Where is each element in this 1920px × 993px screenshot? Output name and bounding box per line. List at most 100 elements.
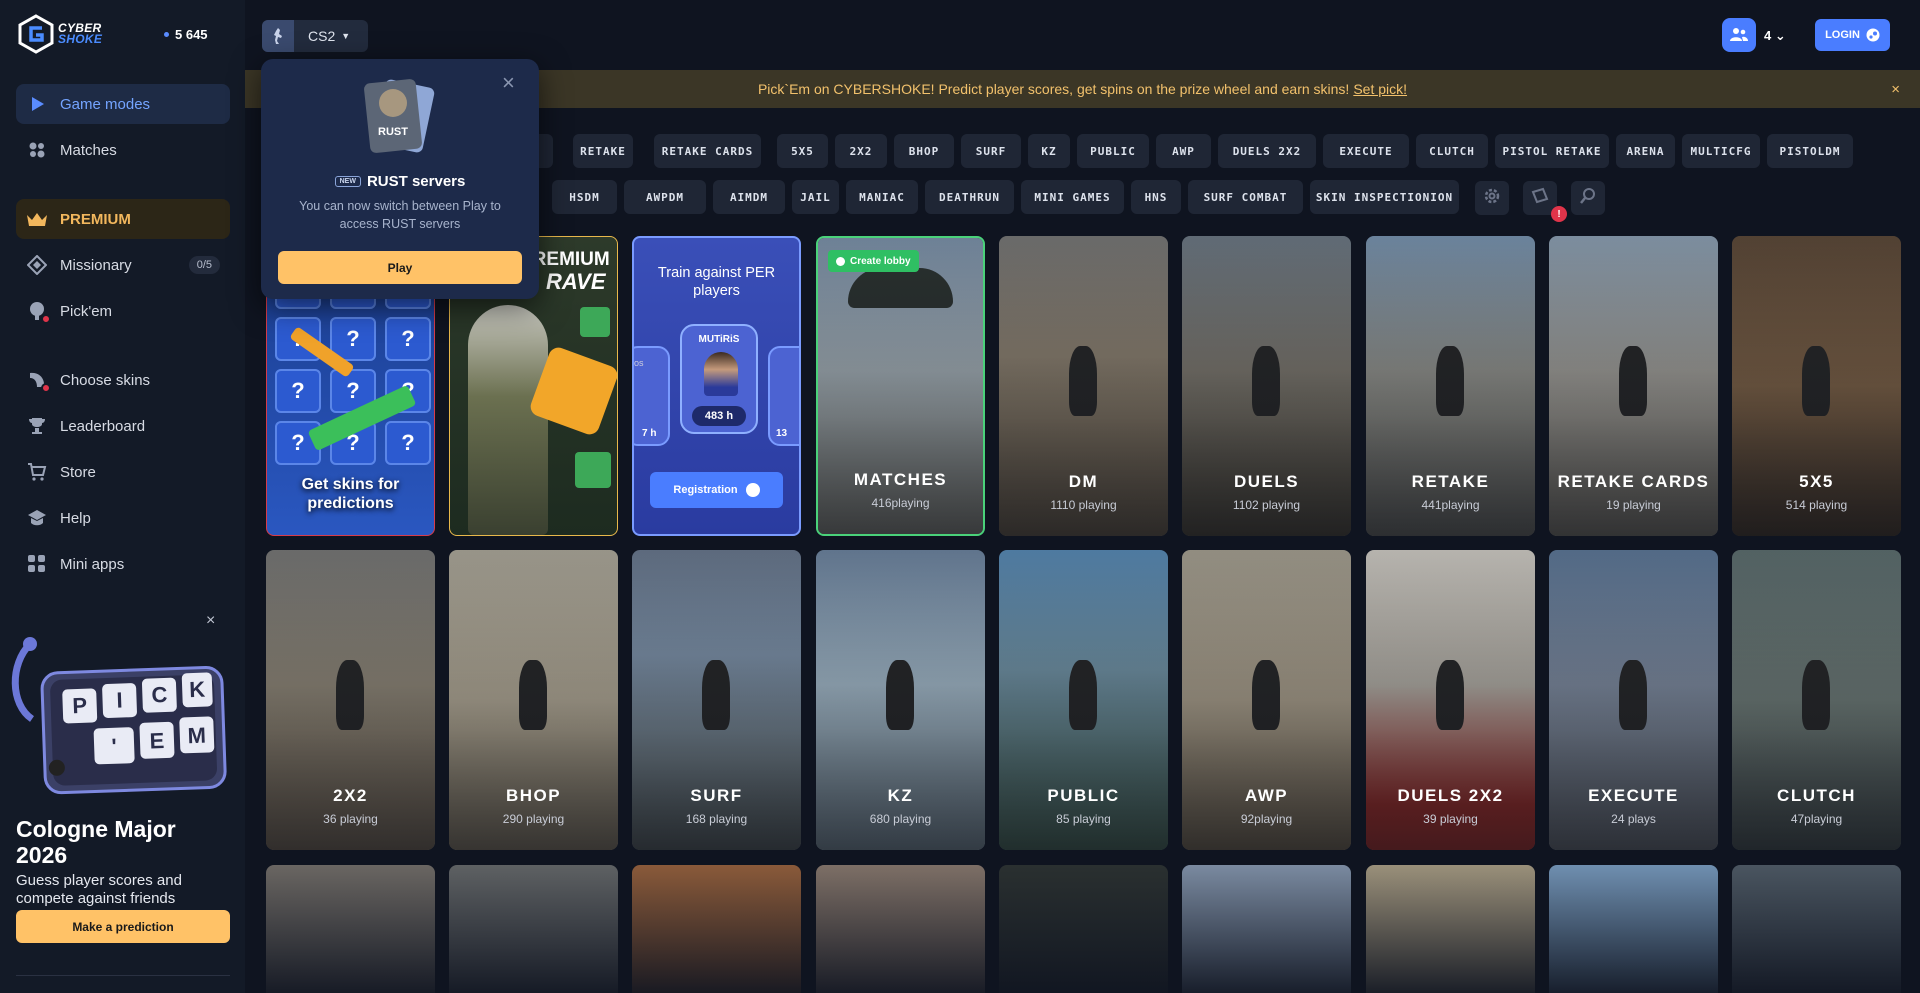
user-plus-icon [836,256,845,266]
mode-card-title: AWP [1244,786,1289,805]
sidebar-item-game-modes[interactable]: Game modes [16,84,230,124]
friends-button[interactable] [1722,18,1756,52]
mode-card-playing: 441playing [1421,498,1480,512]
mode-chip-multicfg[interactable]: MULTICFG [1682,134,1760,168]
play-icon [26,93,48,115]
mode-chip-retake[interactable]: RETAKE [573,134,633,168]
mode-card-retake[interactable]: RETAKE 441playing [1366,236,1535,536]
mode-card-title: KZ [887,786,914,805]
mode-card-title: DM [1068,472,1099,491]
mode-chip-aimdm[interactable]: AIMDM [713,180,785,214]
mode-card[interactable] [816,865,985,993]
mode-chip-hns[interactable]: HNS [1131,180,1181,214]
brand-logo[interactable]: CYBER SHOKE [18,14,108,54]
game-selector[interactable]: CS2 ▼ [262,20,368,52]
mode-chip-awpdm[interactable]: AWPDM [624,180,706,214]
mode-card-execute[interactable]: EXECUTE 24 plays [1549,550,1718,850]
pickem-icon [26,300,51,324]
mode-chip-skin-inspectionion[interactable]: SKIN INSPECTIONION [1310,180,1459,214]
play-button[interactable]: Play [278,251,522,284]
mode-card-duels[interactable]: DUELS 1102 playing [1182,236,1351,536]
mode-chip-surf-combat[interactable]: SURF COMBAT [1188,180,1303,214]
mode-chip-maniac[interactable]: MANIAC [846,180,918,214]
mode-chip-public[interactable]: PUBLIC [1077,134,1149,168]
mode-card-title: RETAKE CARDS [1557,472,1710,491]
mode-chip-deathrun[interactable]: DEATHRUN [925,180,1014,214]
mode-card[interactable] [1366,865,1535,993]
svg-text:K: K [189,677,206,703]
mode-chip-retake-cards[interactable]: RETAKE CARDS [654,134,761,168]
mode-chip-kz[interactable]: KZ [1028,134,1070,168]
pickem-close-button[interactable]: × [206,612,215,630]
mode-card-surf[interactable]: SURF 168 playing [632,550,801,850]
sidebar-item-matches[interactable]: Matches [16,130,230,170]
pickem-title: Cologne Major 2026 [16,816,176,868]
mode-card-title: BHOP [505,786,562,805]
svg-text:': ' [111,734,117,759]
train-pro-players-card[interactable]: Train against PER players ios 7 h MUTiRiS 48… [632,236,801,536]
login-button[interactable]: LOGIN [1815,19,1890,51]
mode-card[interactable] [266,865,435,993]
mode-card-kz[interactable]: KZ 680 playing [816,550,985,850]
mode-chip-5x5[interactable]: 5X5 [777,134,828,168]
sidebar-item-store[interactable]: Store [16,452,230,492]
svg-text:P: P [72,693,88,718]
registration-button[interactable]: Registration [650,472,783,508]
mode-card[interactable] [1549,865,1718,993]
online-counter: 5 645 [164,27,208,42]
sidebar-item-mini-apps[interactable]: Mini apps [16,544,230,584]
mode-card-2x2[interactable]: 2X2 36 playing [266,550,435,850]
sidebar-item-label: Pick'em [60,302,113,320]
player-avatar [704,352,738,396]
pro-card-right: 13 [768,346,799,446]
settings-gear-button[interactable] [1475,181,1509,215]
mode-card-awp[interactable]: AWP 92playing [1182,550,1351,850]
mode-chip-bhop[interactable]: BHOP [894,134,954,168]
friends-count-dropdown[interactable]: 4 ⌄ [1764,28,1786,44]
search-button[interactable] [1571,181,1605,215]
logo-mark-icon [18,14,54,54]
mode-chip-jail[interactable]: JAIL [792,180,839,214]
mode-chip-clutch[interactable]: CLUTCH [1416,134,1488,168]
mode-card-playing: 416playing [871,496,930,510]
popup-close-button[interactable]: × [502,70,515,96]
mode-card-duels-2x2[interactable]: DUELS 2X2 39 playing [1366,550,1535,850]
sidebar-item-leaderboard[interactable]: Leaderboard [16,406,230,446]
pickem-keyboard-icon: P I C K ' E M [11,637,227,795]
mode-card-public[interactable]: PUBLIC 85 playing [999,550,1168,850]
matches-card[interactable]: Create lobby MATCHES 416playing [816,236,985,536]
mode-chip-arena[interactable]: ARENA [1616,134,1675,168]
mode-card[interactable] [632,865,801,993]
mode-card[interactable] [999,865,1168,993]
sidebar-item-pick-em[interactable]: Pick'em [16,291,230,331]
mode-chip-surf[interactable]: SURF [961,134,1021,168]
mode-card-clutch[interactable]: CLUTCH 47playing [1732,550,1901,850]
mode-card-title: CLUTCH [1777,786,1856,805]
mode-card[interactable] [1182,865,1351,993]
mode-chip-awp[interactable]: AWP [1156,134,1211,168]
mode-chip-pistol-retake[interactable]: PISTOL RETAKE [1495,134,1609,168]
mode-chip-2x2[interactable]: 2X2 [835,134,887,168]
mode-card-bhop[interactable]: BHOP 290 playing [449,550,618,850]
mode-chip-hsdm[interactable]: HSDM [552,180,617,214]
mode-card-5x5[interactable]: 5X5 514 playing [1732,236,1901,536]
sidebar-item-premium[interactable]: PREMIUM [16,199,230,239]
mode-card-title: EXECUTE [1588,786,1679,805]
set-pick-link[interactable]: Set pick! [1353,81,1407,97]
sidebar-item-help[interactable]: Help [16,498,230,538]
mode-card[interactable] [449,865,618,993]
banner-close-button[interactable]: × [1891,81,1900,98]
mode-chip-duels-2x2[interactable]: DUELS 2X2 [1218,134,1316,168]
mode-chip-execute[interactable]: EXECUTE [1323,134,1409,168]
sidebar-item-choose-skins[interactable]: Choose skins [16,360,230,400]
mode-chip-mini-games[interactable]: MINI GAMES [1021,180,1124,214]
mode-card-dm[interactable]: DM 1110 playing [999,236,1168,536]
mode-card[interactable] [1732,865,1901,993]
make-prediction-button[interactable]: Make a prediction [16,910,230,943]
mode-card-retake-cards[interactable]: RETAKE CARDS 19 playing [1549,236,1718,536]
create-lobby-button[interactable]: Create lobby [828,250,919,272]
cart-icon [26,461,48,483]
sidebar-item-missionary[interactable]: Missionary 0/5 [16,245,230,285]
mode-chip-pistoldm[interactable]: PISTOLDM [1767,134,1853,168]
rust-logo-text: RUST [378,126,408,138]
